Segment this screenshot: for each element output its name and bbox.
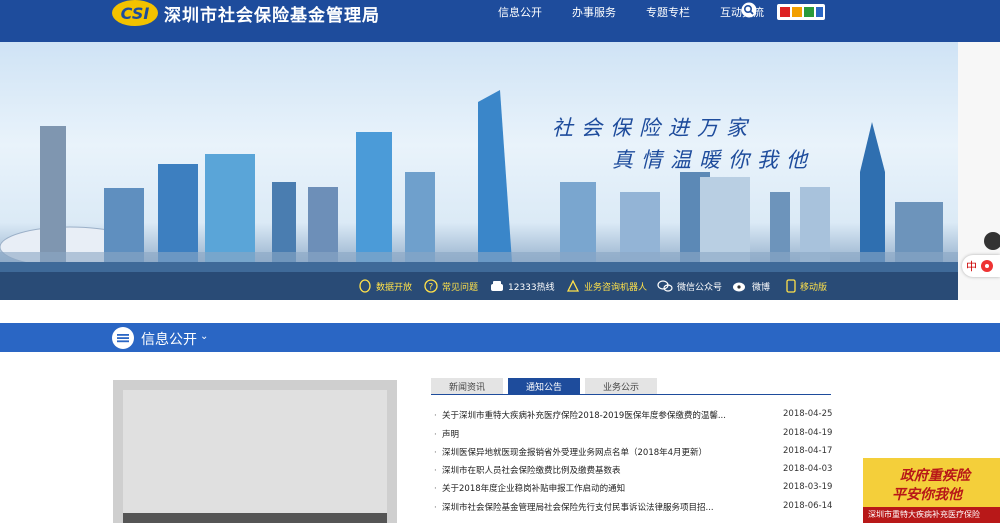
news-date: 2018-04-03 <box>783 464 833 474</box>
banner-slogan-1: 社会保险进万家 <box>552 116 755 140</box>
news-title[interactable]: 深圳市在职人员社会保险缴费比例及缴费基数表 <box>442 466 621 476</box>
news-title[interactable]: 关于2018年度企业稳岗补贴申报工作启动的通知 <box>442 484 625 494</box>
logo-mark: CSI <box>112 0 158 26</box>
language-label: 中 <box>966 260 977 273</box>
quick-link-label: 常见问题 <box>442 282 479 293</box>
chevron-down-icon[interactable]: ⌄ <box>200 331 208 342</box>
float-circle-icon[interactable] <box>984 232 1000 250</box>
tab-business-publicity[interactable]: 业务公示 <box>585 378 657 394</box>
quick-link-wechat[interactable]: 微信公众号 <box>657 279 722 293</box>
news-date: 2018-04-17 <box>783 446 833 456</box>
quick-link-label: 业务咨询机器人 <box>584 282 648 293</box>
news-title[interactable]: 关于深圳市重特大疾病补充医疗保险2018-2019医保年度参保缴费的温馨... <box>442 411 726 421</box>
ad-headline-2: 平安你我他 <box>892 487 962 503</box>
quick-link-label: 12333热线 <box>508 282 555 293</box>
list-item[interactable]: · 深圳市在职人员社会保险缴费比例及缴费基数表 <box>434 464 621 478</box>
news-title[interactable]: 深圳医保异地就医现金报销省外受理业务网点名单（2018年4月更新） <box>442 448 707 458</box>
language-float-button[interactable]: 中 <box>962 255 1000 277</box>
news-date: 2018-06-14 <box>783 501 833 511</box>
news-title[interactable]: 深圳市社会保险基金管理局社会保险先行支付民事诉讼法律服务项目招... <box>442 503 714 513</box>
tab-news[interactable]: 新闻资讯 <box>431 378 503 394</box>
site-title: 深圳市社会保险基金管理局 <box>164 5 380 26</box>
list-item[interactable]: · 关于2018年度企业稳岗补贴申报工作启动的通知 <box>434 482 625 496</box>
quick-link-robot[interactable]: 业务咨询机器人 <box>566 279 647 293</box>
weibo-icon <box>733 282 745 292</box>
list-item[interactable]: · 声明 <box>434 428 459 442</box>
quick-link-label: 数据开放 <box>376 282 413 293</box>
svg-text:?: ? <box>429 283 434 293</box>
news-date: 2018-04-25 <box>783 409 833 419</box>
list-item[interactable]: · 深圳医保异地就医现金报销省外受理业务网点名单（2018年4月更新） <box>434 446 707 460</box>
wechat-icon <box>657 280 673 292</box>
database-icon <box>359 279 371 293</box>
ad-caption: 深圳市重特大疾病补充医疗保险 <box>868 510 980 519</box>
nav-services[interactable]: 办事服务 <box>572 4 616 20</box>
ad-headline-1: 政府重疾险 <box>900 468 970 484</box>
nav-topics[interactable]: 专题专栏 <box>646 4 690 20</box>
quick-link-faq[interactable]: ? 常见问题 <box>424 279 478 293</box>
robot-icon <box>566 279 580 292</box>
quick-link-label: 微信公众号 <box>677 282 723 293</box>
banner-slogan-2: 真情温暖你我他 <box>612 148 815 172</box>
photo-placeholder[interactable] <box>123 390 387 523</box>
news-date: 2018-03-19 <box>783 482 833 492</box>
menu-icon <box>112 327 134 349</box>
quick-link-mobile[interactable]: 移动版 <box>786 279 827 293</box>
news-title[interactable]: 声明 <box>442 430 459 440</box>
phone-icon <box>491 281 503 291</box>
flower-icon <box>981 260 993 272</box>
tab-underline <box>431 394 831 395</box>
quick-link-weibo[interactable]: 微博 <box>732 279 770 293</box>
quick-link-label: 移动版 <box>800 282 828 293</box>
search-icon[interactable] <box>741 2 757 18</box>
tab-notices[interactable]: 通知公告 <box>508 378 580 394</box>
section-title[interactable]: 信息公开 <box>141 329 197 349</box>
quick-link-hotline[interactable]: 12333热线 <box>490 279 555 293</box>
quick-link-data-open[interactable]: 数据开放 <box>358 279 412 293</box>
question-icon: ? <box>424 279 438 293</box>
mobile-icon <box>786 279 796 293</box>
nav-info-open[interactable]: 信息公开 <box>498 4 542 20</box>
list-item[interactable]: · 关于深圳市重特大疾病补充医疗保险2018-2019医保年度参保缴费的温馨... <box>434 409 726 423</box>
photo-caption-strip <box>123 513 387 523</box>
list-item[interactable]: · 深圳市社会保险基金管理局社会保险先行支付民事诉讼法律服务项目招... <box>434 501 714 515</box>
skyline-illustration <box>0 90 1000 300</box>
gov-badge-icon[interactable] <box>776 2 826 22</box>
hero-banner: 社会保险进万家 真情温暖你我他 <box>0 42 1000 300</box>
site-logo[interactable]: CSI 深圳市社会保险基金管理局 <box>112 0 380 26</box>
news-date: 2018-04-19 <box>783 428 833 438</box>
quick-link-label: 微博 <box>752 282 771 293</box>
